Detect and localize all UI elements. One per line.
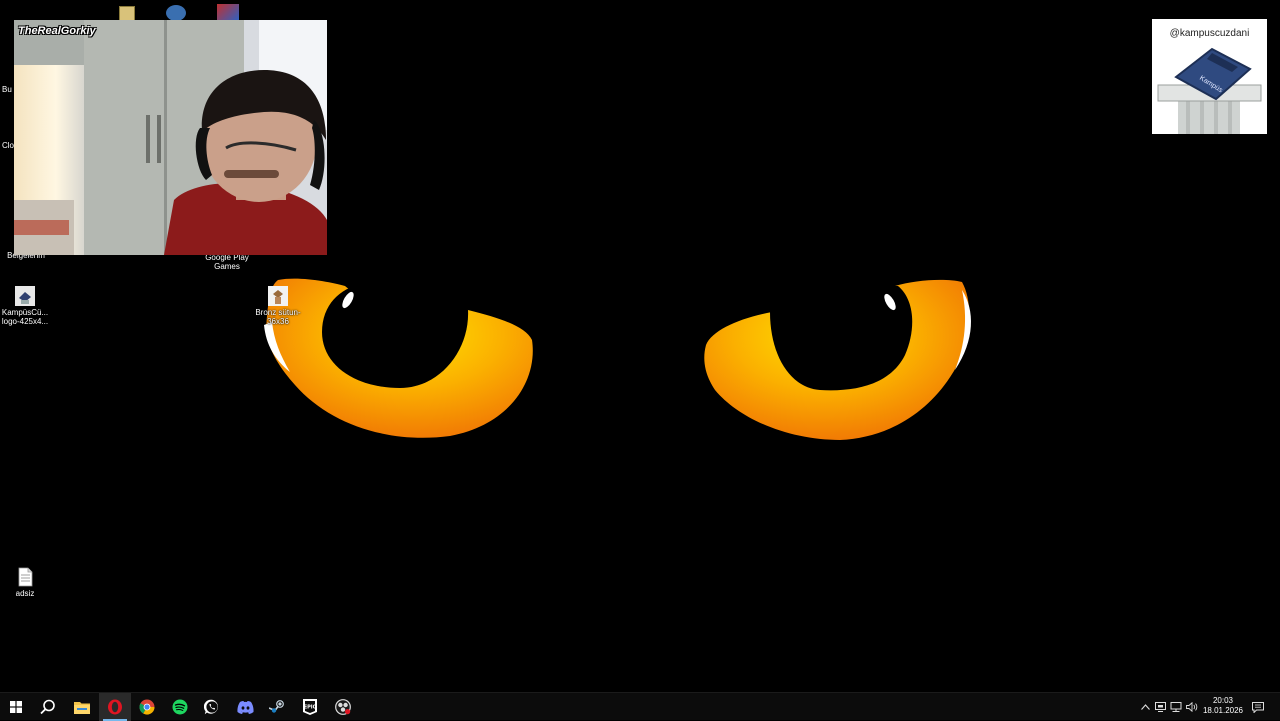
desktop-icon-label: adsiz [15,589,35,598]
webcam-feed [14,20,327,255]
taskbar-discord[interactable] [229,693,261,721]
image-file-icon [15,286,35,306]
start-button[interactable] [0,693,32,721]
brand-overlay: @kampuscuzdani Kampüs [1152,19,1267,134]
tray-network-button[interactable] [1169,693,1183,721]
whatsapp-icon [204,699,218,715]
desktop: Bu Clo Belgelerim Google Play Games Kamp… [0,0,1280,692]
network-icon [1170,702,1182,712]
chrome-icon [139,699,155,715]
desktop-icon-logo-image[interactable]: KampüsCü... logo-425x4... [0,286,56,326]
taskbar-chrome[interactable] [131,693,163,721]
desktop-icon-bronze-column[interactable]: Bronz sütun-36x36 [247,286,309,326]
taskbar-file-explorer[interactable] [66,693,98,721]
obs-icon [335,699,351,715]
tray-display-button[interactable] [1153,693,1167,721]
search-button[interactable] [32,693,64,721]
desktop-icon-label: KampüsCü... logo-425x4... [1,308,49,326]
folder-icon [74,702,90,714]
taskbar: EPIC 20:03 18.01.2026 [0,692,1280,721]
show-hidden-icons-button[interactable] [1138,693,1152,721]
clock-time: 20:03 [1212,696,1234,705]
spotify-icon [172,699,188,715]
taskbar-spotify[interactable] [164,693,196,721]
right-eye [704,279,972,440]
svg-text:EPIC: EPIC [304,705,317,711]
taskbar-steam[interactable] [261,693,293,721]
taskbar-epic-games[interactable]: EPIC [294,693,326,721]
notification-icon [1252,701,1264,713]
opera-icon [108,699,122,715]
taskbar-opera[interactable] [99,693,131,721]
desktop-icon-label: Google Play Games [205,253,249,271]
steam-icon [269,700,284,713]
edge-label-clo: Clo [2,141,15,150]
display-icon [1154,702,1166,712]
desktop-icon-adsiz[interactable]: adsiz [0,567,56,598]
chevron-up-icon [1140,704,1150,710]
desktop-icon-label: Bronz sütun-36x36 [255,308,301,326]
clock-date: 18.01.2026 [1202,706,1244,715]
taskbar-whatsapp[interactable] [196,693,228,721]
search-icon [40,699,55,715]
steam-shortcut-icon[interactable] [166,5,186,21]
desktop-icon-google-play-games[interactable]: Google Play Games [196,253,258,271]
webcam-overlay: TheRealGorkiy [14,20,327,255]
taskbar-clock[interactable]: 20:03 18.01.2026 [1196,696,1250,716]
game-shortcut-icon[interactable] [217,4,239,20]
windows-icon [10,701,22,713]
streamer-handle: TheRealGorkiy [18,25,96,37]
image-file-icon [268,286,288,306]
text-file-icon [18,567,33,587]
edge-label-bu: Bu [2,85,12,94]
discord-icon [236,700,254,714]
epic-games-icon: EPIC [303,699,317,715]
action-center-button[interactable] [1250,693,1266,721]
brand-handle: @kampuscuzdani [1169,28,1250,39]
taskbar-obs[interactable] [327,693,359,721]
